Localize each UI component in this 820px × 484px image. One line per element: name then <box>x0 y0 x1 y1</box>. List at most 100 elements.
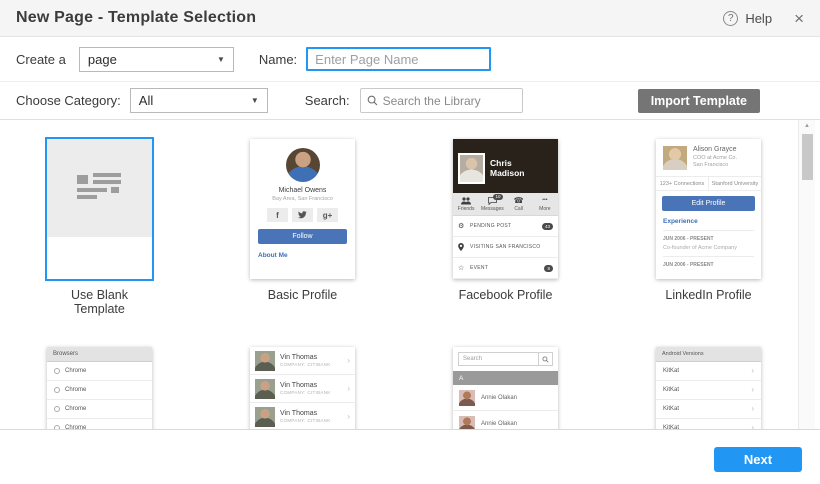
blank-thumbnail <box>47 139 152 237</box>
edit-profile-button: Edit Profile <box>662 196 755 211</box>
dialog-footer: Next <box>0 431 820 484</box>
close-icon[interactable]: × <box>794 10 804 27</box>
avatar <box>459 416 475 431</box>
template-caption: Use Blank Template <box>47 288 152 316</box>
profile-name: Michael Owens <box>250 187 355 194</box>
chevron-right-icon: › <box>751 386 754 394</box>
row-badge: 8 <box>544 265 553 272</box>
school-cell: Stanford University <box>709 177 761 190</box>
about-me-link: About Me <box>258 252 347 259</box>
create-a-label: Create a <box>16 52 66 67</box>
template-row-1: Use Blank Template Michael Owens Bay Are… <box>47 139 761 316</box>
choose-category-label: Choose Category: <box>16 93 121 108</box>
template-caption: LinkedIn Profile <box>656 288 761 302</box>
profile-role: COO at Acme Co. <box>693 155 737 161</box>
help-icon: ? <box>723 11 738 26</box>
list-item: Annie Olakan <box>453 385 558 411</box>
list-item: Vin Thomas COMPANY: CITIBANK › <box>250 347 355 375</box>
category-select[interactable]: All ▼ <box>130 88 268 113</box>
filter-row: Choose Category: All ▼ Search: Import Te… <box>0 82 820 120</box>
scrollbar[interactable]: ▲ <box>798 120 815 430</box>
chevron-right-icon: › <box>347 357 350 365</box>
template-card-browsers[interactable]: Browsers Chrome Chrome Chrome <box>47 347 152 430</box>
list-item: Vin Thomas COMPANY: CITIBANK › <box>250 375 355 403</box>
template-card-linkedin-profile[interactable]: Alison Grayce COO at Acme Co. San Franci… <box>656 139 761 279</box>
avatar <box>458 153 485 184</box>
chevron-right-icon: › <box>751 405 754 413</box>
dialog-header: New Page - Template Selection ? Help × <box>0 0 820 37</box>
experience-role: Co-founder of Acme Company <box>663 245 754 257</box>
page-type-select[interactable]: page ▼ <box>79 47 234 72</box>
template-card-blank[interactable] <box>47 139 152 279</box>
list-item: KitKat › <box>656 419 761 430</box>
list-item: KitKat › <box>656 362 761 381</box>
template-android-versions: Android Versions KitKat › KitKat › KitKa… <box>656 347 761 430</box>
avatar <box>255 351 275 371</box>
name-label: Name: <box>259 52 297 67</box>
page-type-value: page <box>88 52 117 67</box>
profile-name: Chris Madison <box>490 158 524 178</box>
search-icon <box>367 95 378 106</box>
template-library: Use Blank Template Michael Owens Bay Are… <box>0 120 820 430</box>
help-button[interactable]: ? Help <box>723 11 772 26</box>
list-item: Chrome <box>47 362 152 381</box>
avatar <box>459 390 475 406</box>
template-search-list: Search A Annie Olakan Annie Olakan <box>453 347 558 430</box>
follow-button: Follow <box>258 229 347 244</box>
gear-icon: ⚙ <box>458 222 467 230</box>
list-item: KitKat › <box>656 381 761 400</box>
library-search-input[interactable] <box>383 94 516 108</box>
avatar <box>663 146 687 170</box>
template-card-search-list[interactable]: Search A Annie Olakan Annie Olakan <box>453 347 558 430</box>
template-basic-profile: Michael Owens Bay Area, San Francisco f … <box>250 139 355 316</box>
create-row: Create a page ▼ Name: <box>0 37 820 82</box>
next-button[interactable]: Next <box>714 447 802 472</box>
section-header: A <box>453 371 558 385</box>
radio-icon <box>54 387 60 393</box>
experience-heading: Experience <box>663 218 754 231</box>
header-actions: ? Help × <box>723 10 804 27</box>
list-header: Android Versions <box>656 347 761 362</box>
search-label: Search: <box>305 93 350 108</box>
scroll-up-icon[interactable]: ▲ <box>799 120 815 132</box>
visiting-row: VISITING SAN FRANCISCO <box>453 237 558 258</box>
template-card-android-versions[interactable]: Android Versions KitKat › KitKat › KitKa… <box>656 347 761 430</box>
radio-icon <box>54 425 60 430</box>
template-contacts: Vin Thomas COMPANY: CITIBANK › Vin Thoma… <box>250 347 355 430</box>
connections-cell: 123+ Connections <box>656 177 709 190</box>
avatar <box>255 407 275 427</box>
row-badge: 43 <box>542 223 553 230</box>
facebook-toolbar: Friends 10 Messages ☎ Call <box>453 193 558 216</box>
template-caption: Facebook Profile <box>453 288 558 302</box>
location-pin-icon <box>458 243 467 251</box>
import-template-button[interactable]: Import Template <box>638 89 760 113</box>
new-page-dialog: New Page - Template Selection ? Help × C… <box>0 0 820 484</box>
chevron-right-icon: › <box>347 385 350 393</box>
mini-search-box: Search <box>458 352 553 366</box>
list-item: Chrome <box>47 419 152 430</box>
profile-location: San Francisco <box>693 162 737 168</box>
template-card-contacts[interactable]: Vin Thomas COMPANY: CITIBANK › Vin Thoma… <box>250 347 355 430</box>
help-label: Help <box>745 11 772 26</box>
messages-badge: 10 <box>493 194 502 200</box>
chevron-down-icon: ▼ <box>217 55 225 64</box>
template-card-basic-profile[interactable]: Michael Owens Bay Area, San Francisco f … <box>250 139 355 279</box>
list-item: Vin Thomas COMPANY: CITIBANK › <box>250 403 355 430</box>
radio-icon <box>54 368 60 374</box>
social-row: f g+ <box>250 208 355 222</box>
template-caption: Basic Profile <box>250 288 355 302</box>
list-item: Chrome <box>47 400 152 419</box>
scrollbar-thumb[interactable] <box>802 134 813 180</box>
template-card-facebook-profile[interactable]: Chris Madison Friends 10 <box>453 139 558 279</box>
call-tool: ☎ Call <box>506 193 532 215</box>
template-linkedin-profile: Alison Grayce COO at Acme Co. San Franci… <box>656 139 761 316</box>
page-name-input[interactable] <box>306 47 491 71</box>
dialog-title: New Page - Template Selection <box>16 9 256 27</box>
experience-date: JUN 2006 - PRESENT <box>663 236 754 242</box>
list-header: Browsers <box>47 347 152 362</box>
radio-icon <box>54 406 60 412</box>
library-search-box[interactable] <box>360 88 523 113</box>
googleplus-icon: g+ <box>317 208 338 222</box>
facebook-header: Chris Madison <box>453 139 558 193</box>
phone-icon: ☎ <box>514 196 524 205</box>
